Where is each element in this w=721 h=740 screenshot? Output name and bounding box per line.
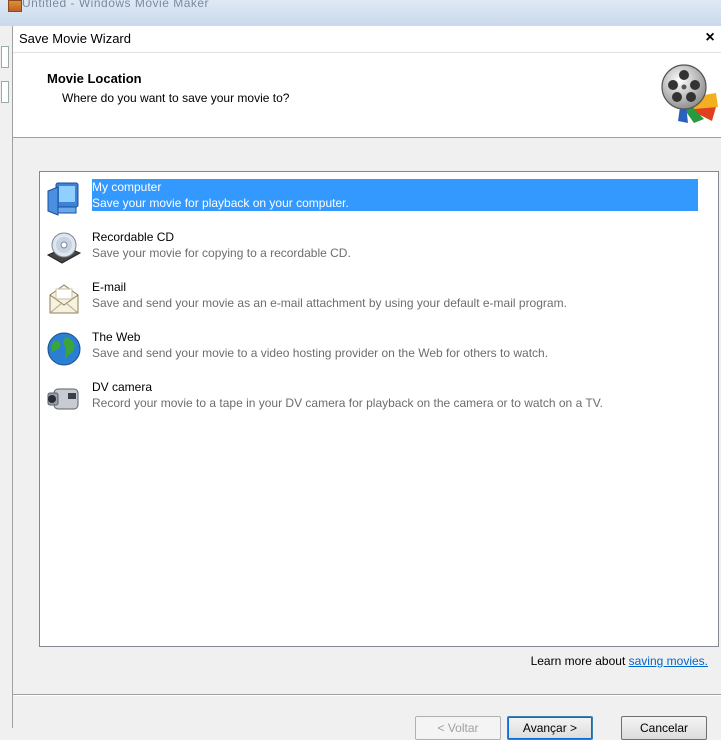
saving-movies-link[interactable]: saving movies. bbox=[629, 654, 708, 668]
list-item-description: Record your movie to a tape in your DV c… bbox=[92, 396, 603, 410]
dialog-titlebar[interactable]: Save Movie Wizard × bbox=[13, 26, 721, 53]
background-toolbar-button bbox=[1, 46, 9, 68]
film-reel-icon bbox=[661, 64, 718, 123]
background-window-titlebar: Untitled - Windows Movie Maker bbox=[0, 0, 721, 26]
movie-location-list[interactable]: My computer Save your movie for playback… bbox=[39, 171, 719, 647]
list-item-label: DV camera bbox=[92, 380, 153, 394]
background-toolbar-button bbox=[1, 81, 9, 103]
list-item-label: My computer bbox=[92, 180, 162, 194]
list-item-description: Save and send your movie as an e-mail at… bbox=[92, 296, 567, 310]
camera-icon bbox=[47, 388, 79, 410]
learn-more-text: Learn more about saving movies. bbox=[531, 654, 708, 668]
list-item-description: Save and send your movie to a video host… bbox=[92, 346, 549, 360]
save-movie-wizard-dialog: Save Movie Wizard × Movie Location Where… bbox=[12, 26, 721, 740]
next-button[interactable]: Avançar > bbox=[507, 716, 593, 740]
list-item-text: E-mail Save and send your movie as an e-… bbox=[92, 279, 698, 311]
list-item-text: My computer Save your movie for playback… bbox=[92, 179, 698, 211]
list-item-my-computer[interactable]: My computer Save your movie for playback… bbox=[44, 179, 698, 217]
dialog-title: Save Movie Wizard bbox=[19, 31, 131, 46]
footer-divider bbox=[13, 694, 721, 696]
list-item-the-web[interactable]: The Web Save and send your movie to a vi… bbox=[44, 329, 696, 367]
monitor-icon bbox=[47, 182, 79, 216]
list-item-label: E-mail bbox=[92, 280, 127, 294]
list-item-text: DV camera Record your movie to a tape in… bbox=[92, 379, 698, 411]
movie-maker-app-icon bbox=[8, 0, 22, 12]
list-item-recordable-cd[interactable]: Recordable CD Save your movie for copyin… bbox=[44, 229, 696, 267]
wizard-header: Movie Location Where do you want to save… bbox=[13, 53, 721, 138]
envelope-icon bbox=[49, 284, 79, 314]
list-item-text: Recordable CD Save your movie for copyin… bbox=[92, 229, 698, 261]
list-item-label: Recordable CD bbox=[92, 230, 175, 244]
list-item-dv-camera[interactable]: DV camera Record your movie to a tape in… bbox=[44, 379, 696, 417]
globe-icon bbox=[47, 332, 81, 366]
list-item-description: Save your movie for copying to a recorda… bbox=[92, 246, 351, 260]
page-subtitle: Where do you want to save your movie to? bbox=[62, 91, 290, 105]
list-item-label: The Web bbox=[92, 330, 141, 344]
learn-more-prefix: Learn more about bbox=[530, 654, 629, 668]
background-window-title: Untitled - Windows Movie Maker bbox=[22, 0, 210, 10]
cd-icon bbox=[46, 232, 82, 264]
back-button[interactable]: < Voltar bbox=[415, 716, 501, 740]
page-title: Movie Location bbox=[47, 71, 142, 86]
list-item-description: Save your movie for playback on your com… bbox=[92, 196, 349, 210]
cancel-button[interactable]: Cancelar bbox=[621, 716, 707, 740]
list-item-text: The Web Save and send your movie to a vi… bbox=[92, 329, 698, 361]
list-item-e-mail[interactable]: E-mail Save and send your movie as an e-… bbox=[44, 279, 696, 317]
close-icon[interactable]: × bbox=[700, 28, 720, 48]
